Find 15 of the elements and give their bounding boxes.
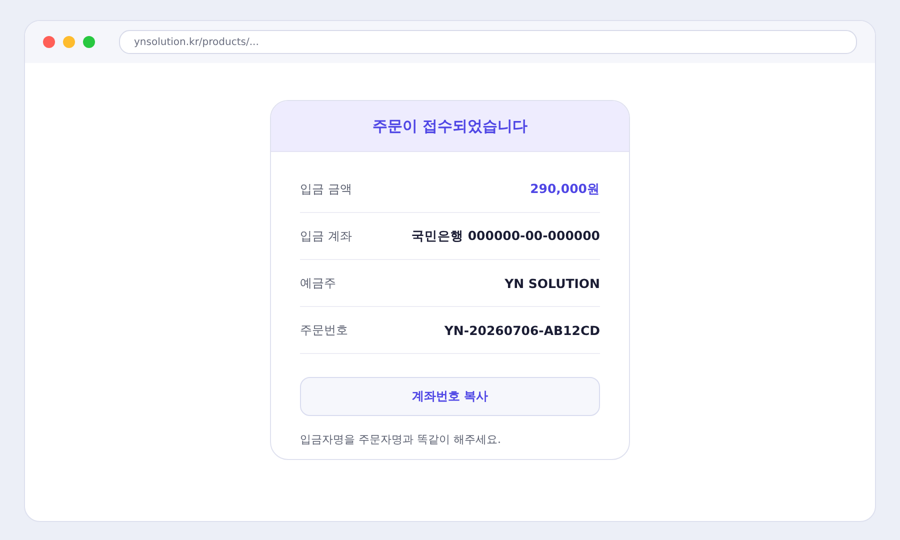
address-bar[interactable]: ynsolution.kr/products/... — [119, 30, 857, 54]
row-label: 입금 금액 — [300, 180, 352, 198]
row-label: 예금주 — [300, 274, 336, 292]
card-title: 주문이 접수되었습니다 — [271, 101, 629, 152]
copy-account-button[interactable]: 계좌번호 복사 — [300, 377, 600, 416]
notice-text: 입금자명을 주문자명과 똑같이 해주세요. — [300, 432, 502, 447]
row-value: YN-20260706-AB12CD — [444, 322, 600, 338]
minimize-icon[interactable] — [63, 36, 75, 48]
row-value: YN SOLUTION — [504, 276, 600, 290]
row-label: 주문번호 — [300, 322, 348, 338]
row-value: 290,000원 — [530, 180, 600, 198]
row-label: 입금 계좌 — [300, 228, 352, 244]
row-value: 국민은행 000000-00-000000 — [412, 228, 600, 244]
maximize-icon[interactable] — [83, 36, 95, 48]
close-icon[interactable] — [43, 36, 55, 48]
